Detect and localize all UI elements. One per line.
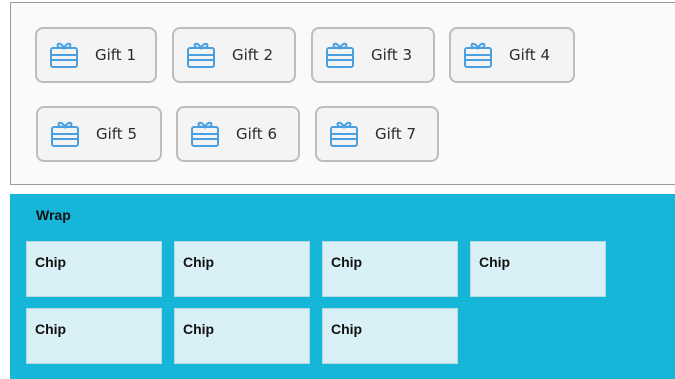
gift-button-label: Gift 3 bbox=[371, 46, 413, 64]
chip[interactable]: Chip bbox=[470, 241, 606, 297]
gift-button-label: Gift 4 bbox=[509, 46, 551, 64]
gift-button-label: Gift 7 bbox=[375, 125, 417, 143]
gift-button-6[interactable]: Gift 6 bbox=[176, 106, 300, 162]
chip[interactable]: Chip bbox=[174, 241, 310, 297]
gift-button-2[interactable]: Gift 2 bbox=[172, 27, 296, 83]
gift-button-3[interactable]: Gift 3 bbox=[311, 27, 435, 83]
gift-card-icon bbox=[329, 119, 359, 149]
chip[interactable]: Chip bbox=[26, 241, 162, 297]
gift-button-label: Gift 6 bbox=[236, 125, 278, 143]
gift-card-icon bbox=[325, 40, 355, 70]
gift-button-label: Gift 2 bbox=[232, 46, 274, 64]
wrap-panel: Wrap Chip Chip Chip Chip Chip Chip Chip bbox=[10, 194, 675, 379]
gift-card-icon bbox=[463, 40, 493, 70]
gift-card-icon bbox=[49, 40, 79, 70]
chip[interactable]: Chip bbox=[322, 241, 458, 297]
gift-card-icon bbox=[190, 119, 220, 149]
gift-button-5[interactable]: Gift 5 bbox=[36, 106, 162, 162]
gift-card-icon bbox=[50, 119, 80, 149]
gift-button-4[interactable]: Gift 4 bbox=[449, 27, 575, 83]
gift-button-label: Gift 1 bbox=[95, 46, 137, 64]
gift-button-panel: Gift 1 Gift 2 Gift 3 Gift 4 Gift 5 Gift … bbox=[10, 2, 675, 185]
wrap-title: Wrap bbox=[36, 207, 71, 223]
chip[interactable]: Chip bbox=[322, 308, 458, 364]
chip[interactable]: Chip bbox=[26, 308, 162, 364]
chip[interactable]: Chip bbox=[174, 308, 310, 364]
gift-button-label: Gift 5 bbox=[96, 125, 138, 143]
gift-button-7[interactable]: Gift 7 bbox=[315, 106, 439, 162]
gift-button-1[interactable]: Gift 1 bbox=[35, 27, 157, 83]
gift-card-icon bbox=[186, 40, 216, 70]
